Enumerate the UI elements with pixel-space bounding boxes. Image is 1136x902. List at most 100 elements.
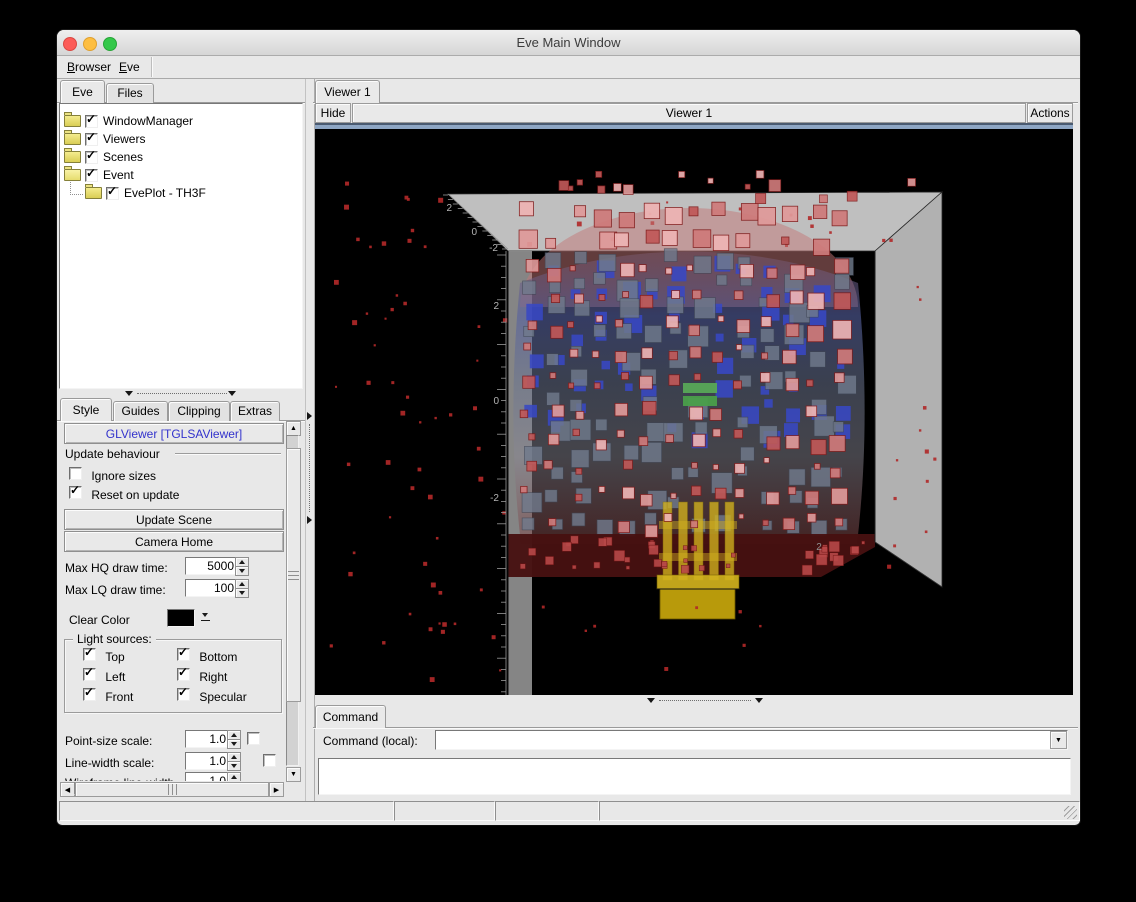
- splitter-dots: [309, 424, 310, 512]
- tab-files[interactable]: Files: [106, 83, 154, 103]
- splitter-dots: [659, 700, 751, 701]
- tab-clipping[interactable]: Clipping: [168, 401, 230, 421]
- scroll-right-arrow[interactable]: ▶: [269, 782, 284, 797]
- point-size-field[interactable]: 1.0: [185, 730, 230, 748]
- tree-checkbox[interactable]: ✓: [85, 133, 98, 146]
- svg-text:2: 2: [446, 203, 452, 214]
- update-behaviour-title: Update behaviour: [65, 445, 160, 463]
- command-dropdown-arrow[interactable]: ▼: [1050, 731, 1067, 749]
- point-size-checkbox[interactable]: ✓: [247, 732, 260, 745]
- scroll-left-arrow[interactable]: ◀: [60, 782, 75, 797]
- hide-button[interactable]: Hide: [315, 103, 351, 123]
- max-hq-down-arrow[interactable]: [235, 566, 249, 576]
- light-top-checkbox[interactable]: ✓: [83, 648, 96, 661]
- tab-command[interactable]: Command: [315, 705, 386, 728]
- line-width-field[interactable]: 1.0: [185, 752, 230, 770]
- status-segment: [394, 801, 495, 821]
- light-specular-checkbox[interactable]: ✓: [177, 688, 190, 701]
- status-segment: [59, 801, 394, 821]
- command-combobox[interactable]: ▼: [435, 730, 1068, 750]
- splitter-chevron-icon: [755, 698, 763, 703]
- tree-checkbox[interactable]: ✓: [85, 169, 98, 182]
- title-bar[interactable]: Eve Main Window: [57, 30, 1080, 56]
- status-segment: [495, 801, 599, 821]
- tree-checkbox[interactable]: ✓: [85, 115, 98, 128]
- command-tabline: [313, 727, 1078, 728]
- light-front-row: ✓ Front: [83, 688, 133, 706]
- open-folder-icon: [64, 169, 81, 181]
- light-sources-title: Light sources:: [73, 632, 156, 646]
- dropdown-arrow-icon: [202, 613, 208, 617]
- svg-text:0: 0: [471, 227, 477, 238]
- group-line: [175, 453, 281, 454]
- menu-bar: Browser Eve: [57, 56, 1080, 79]
- folder-icon: [64, 115, 81, 127]
- max-lq-down-arrow[interactable]: [235, 588, 249, 598]
- scroll-up-arrow[interactable]: ▲: [286, 421, 301, 436]
- line-width-label: Line-width scale:: [65, 754, 154, 772]
- status-bar: [57, 801, 1080, 825]
- reset-on-update-checkbox[interactable]: ✓: [69, 486, 82, 499]
- light-bottom-checkbox[interactable]: ✓: [177, 648, 190, 661]
- viewer-title: Viewer 1: [352, 103, 1026, 123]
- tree-item-windowmanager[interactable]: ✓ WindowManager: [60, 112, 302, 130]
- svg-text:-2: -2: [490, 493, 499, 504]
- splitter-chevron-icon: [125, 391, 133, 396]
- style-vertical-scrollbar[interactable]: ▲ ▼: [286, 421, 301, 781]
- ignore-sizes-checkbox[interactable]: ✓: [69, 467, 82, 480]
- light-top-row: ✓ Top: [83, 648, 125, 666]
- camera-home-button[interactable]: Camera Home: [64, 531, 284, 552]
- command-output-box[interactable]: [318, 758, 1071, 795]
- scroll-thumb[interactable]: [75, 782, 269, 797]
- tree-item-viewers[interactable]: ✓ Viewers: [60, 130, 302, 148]
- line-width-down-arrow[interactable]: [227, 761, 241, 771]
- window-resize-grip[interactable]: [1064, 806, 1077, 819]
- gl-viewport[interactable]: 20-220-22: [315, 123, 1073, 695]
- screen: Eve Main Window Browser Eve Eve Files ✓ …: [0, 0, 1136, 902]
- tree-item-scenes[interactable]: ✓ Scenes: [60, 148, 302, 166]
- point-size-label: Point-size scale:: [65, 732, 152, 750]
- wireframe-field[interactable]: 1.0: [185, 772, 230, 781]
- tab-eve[interactable]: Eve: [60, 80, 105, 103]
- command-horizontal-splitter[interactable]: [315, 696, 1073, 705]
- tab-guides[interactable]: Guides: [113, 401, 168, 421]
- update-scene-button[interactable]: Update Scene: [64, 509, 284, 530]
- light-left-checkbox[interactable]: ✓: [83, 668, 96, 681]
- svg-text:2: 2: [493, 301, 499, 312]
- wireframe-up-arrow[interactable]: [227, 772, 241, 781]
- clear-color-swatch[interactable]: [167, 609, 195, 627]
- tab-style[interactable]: Style: [60, 398, 112, 421]
- line-width-checkbox[interactable]: ✓: [263, 754, 276, 767]
- command-input[interactable]: [437, 732, 1051, 748]
- tree-item-event[interactable]: ✓ Event: [60, 166, 302, 184]
- glviewer-button[interactable]: GLViewer [TGLSAViewer]: [64, 423, 284, 444]
- eve-tree-view: ✓ WindowManager ✓ Viewers ✓ Scenes ✓ Eve…: [59, 103, 303, 389]
- light-specular-row: ✓ Specular: [177, 688, 247, 706]
- tree-checkbox[interactable]: ✓: [85, 151, 98, 164]
- splitter-chevron-icon: [307, 412, 312, 420]
- point-size-down-arrow[interactable]: [227, 739, 241, 749]
- tree-checkbox[interactable]: ✓: [106, 187, 119, 200]
- max-hq-field[interactable]: 5000: [185, 557, 238, 575]
- scroll-down-arrow[interactable]: ▼: [286, 767, 301, 782]
- folder-icon: [64, 133, 81, 145]
- tree-item-eveplot-th3f[interactable]: ✓ EvePlot - TH3F: [60, 184, 302, 202]
- tab-viewer-1[interactable]: Viewer 1: [315, 80, 380, 103]
- max-lq-field[interactable]: 100: [185, 579, 238, 597]
- command-local-label: Command (local):: [323, 732, 418, 750]
- light-right-row: ✓ Right: [177, 668, 227, 686]
- tab-extras[interactable]: Extras: [230, 401, 280, 421]
- light-front-checkbox[interactable]: ✓: [83, 688, 96, 701]
- svg-text:-2: -2: [489, 243, 498, 254]
- menu-browser[interactable]: Browser: [61, 56, 117, 78]
- window-title: Eve Main Window: [57, 30, 1080, 55]
- light-left-row: ✓ Left: [83, 668, 125, 686]
- style-horizontal-scrollbar[interactable]: ◀ ▶: [60, 782, 282, 797]
- light-right-checkbox[interactable]: ✓: [177, 668, 190, 681]
- menu-eve[interactable]: Eve: [113, 56, 146, 78]
- actions-button[interactable]: Actions: [1027, 103, 1073, 123]
- dock-vertical-splitter[interactable]: [305, 79, 315, 801]
- left-horizontal-splitter[interactable]: [59, 389, 305, 398]
- scroll-thumb[interactable]: [286, 448, 301, 702]
- clear-color-dropdown[interactable]: [199, 609, 213, 627]
